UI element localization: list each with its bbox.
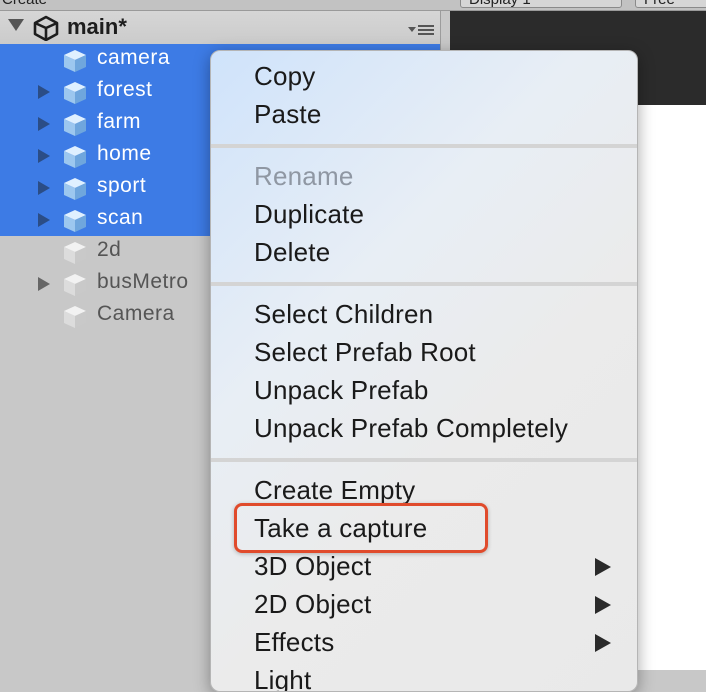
menu-item-copy[interactable]: Copy (254, 61, 316, 92)
menu-separator (211, 282, 637, 286)
hierarchy-item-label: forest (97, 78, 153, 101)
menu-item-create-empty[interactable]: Create Empty (254, 475, 415, 506)
create-dropdown[interactable]: Create (2, 0, 47, 8)
hierarchy-item-label: home (97, 142, 152, 165)
hierarchy-item-label: 2d (97, 238, 122, 261)
scene-header[interactable]: main* (0, 11, 440, 45)
expand-arrow-icon[interactable] (38, 149, 50, 163)
menu-separator (211, 458, 637, 462)
menu-item-effects[interactable]: Effects (254, 627, 334, 658)
menu-item-delete[interactable]: Delete (254, 237, 330, 268)
submenu-arrow-icon (595, 558, 611, 576)
expand-arrow-icon[interactable] (38, 181, 50, 195)
menu-item-select-prefab-root[interactable]: Select Prefab Root (254, 337, 476, 368)
gameobject-cube-icon (64, 114, 86, 136)
collapse-arrow-icon[interactable] (8, 19, 24, 31)
menu-item-unpack-prefab-completely[interactable]: Unpack Prefab Completely (254, 413, 568, 444)
gameobject-cube-icon (64, 274, 86, 296)
menu-item-2d-object[interactable]: 2D Object (254, 589, 371, 620)
gameobject-cube-icon (64, 242, 86, 264)
hierarchy-item-label: Camera (97, 302, 175, 325)
gameobject-cube-icon (64, 146, 86, 168)
aspect-dropdown[interactable]: Free Aspect (635, 0, 706, 10)
expand-arrow-icon[interactable] (38, 277, 50, 291)
hierarchy-item-label: farm (97, 110, 141, 133)
gameobject-cube-icon (64, 210, 86, 232)
submenu-arrow-icon (595, 634, 611, 652)
expand-arrow-icon[interactable] (38, 85, 50, 99)
hierarchy-item-label: scan (97, 206, 144, 229)
hierarchy-item-label: camera (97, 46, 171, 69)
submenu-arrow-icon (595, 596, 611, 614)
hierarchy-item-label: busMetro (97, 270, 189, 293)
expand-arrow-icon[interactable] (38, 213, 50, 227)
hierarchy-item-label: sport (97, 174, 147, 197)
menu-item-3d-object[interactable]: 3D Object (254, 551, 371, 582)
menu-item-light[interactable]: Light (254, 665, 311, 691)
expand-arrow-icon[interactable] (38, 117, 50, 131)
gameobject-cube-icon (64, 178, 86, 200)
highlight-box (234, 503, 488, 553)
menu-item-unpack-prefab[interactable]: Unpack Prefab (254, 375, 429, 406)
context-menu: Copy Paste Rename Duplicate Delete Selec… (210, 50, 638, 692)
menu-item-rename: Rename (254, 161, 354, 191)
scene-title: main* (67, 14, 127, 39)
menu-item-select-children[interactable]: Select Children (254, 299, 433, 330)
gameobject-cube-icon (64, 82, 86, 104)
unity-logo-icon (33, 15, 59, 41)
gameobject-cube-icon (64, 50, 86, 72)
scene-menu-icon[interactable] (408, 23, 434, 37)
menu-separator (211, 144, 637, 148)
top-toolbar: Create Display 1 Free Aspect (0, 0, 706, 11)
menu-item-paste[interactable]: Paste (254, 99, 322, 130)
display-dropdown[interactable]: Display 1 (460, 0, 622, 8)
gameobject-cube-icon (64, 306, 86, 328)
menu-item-duplicate[interactable]: Duplicate (254, 199, 364, 230)
